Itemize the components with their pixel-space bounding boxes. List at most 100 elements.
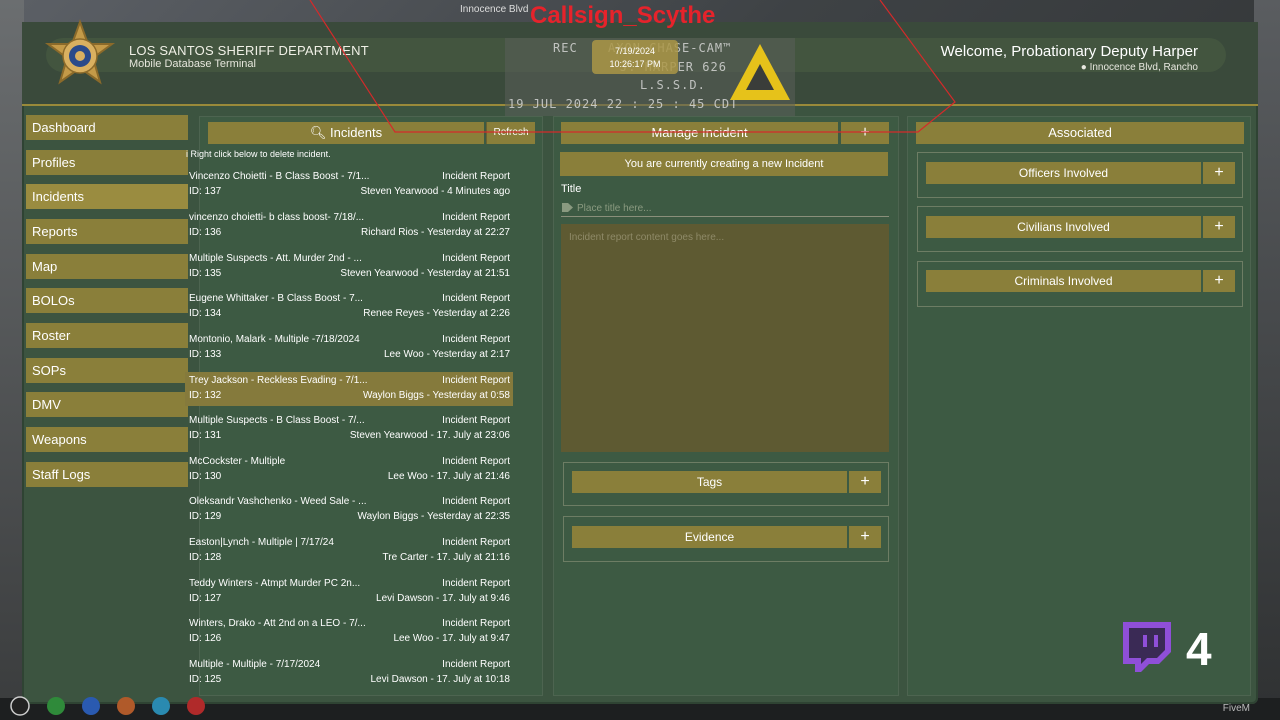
location-text: Innocence Blvd, Rancho xyxy=(1089,62,1198,73)
recording-date: 7/19/2024 xyxy=(614,46,656,56)
recording-time: 10:26:17 PM xyxy=(609,59,661,69)
civilians-header: Civilians Involved xyxy=(926,216,1201,238)
incident-title: McCockster - Multiple xyxy=(189,456,286,467)
incident-type: Incident Report xyxy=(442,415,510,426)
incident-title: Multiple Suspects - Att. Murder 2nd - ..… xyxy=(189,253,362,264)
incident-id: ID: 127 xyxy=(189,593,222,604)
add-evidence-button[interactable]: + xyxy=(849,526,881,548)
welcome-message: Welcome, Probationary Deputy Harper xyxy=(940,43,1198,60)
stream-counter: 4 xyxy=(1186,623,1212,675)
incident-title: Teddy Winters - Atmpt Murder PC 2n... xyxy=(189,578,361,589)
evidence-header: Evidence xyxy=(572,526,847,548)
incident-row[interactable]: Easton|Lynch - Multiple | 7/17/24 Incide… xyxy=(185,534,513,568)
bodycam-timestamp: 19 JUL 2024 22 : 25 : 45 CDT xyxy=(508,97,739,111)
background-left xyxy=(0,0,24,720)
sidebar-item-sops[interactable]: SOPs xyxy=(26,358,188,383)
incidents-header: 🔍︎ Incidents xyxy=(208,122,484,144)
delete-hint: i Right click below to delete incident. xyxy=(186,149,331,159)
incident-meta: Lee Woo - 17. July at 9:47 xyxy=(393,633,510,644)
incident-type: Incident Report xyxy=(442,578,510,589)
search-icon: 🔍︎ xyxy=(309,125,331,140)
incident-id: ID: 133 xyxy=(189,349,222,360)
incident-title: Eugene Whittaker - B Class Boost - 7... xyxy=(189,293,363,304)
incident-title: Montonio, Malark - Multiple -7/18/2024 xyxy=(189,334,360,345)
bodycam-rec: REC xyxy=(553,41,578,55)
incident-row[interactable]: Multiple Suspects - Att. Murder 2nd - ..… xyxy=(185,250,513,284)
sidebar-item-map[interactable]: Map xyxy=(26,254,188,279)
title-input[interactable] xyxy=(561,200,889,217)
sidebar-item-incidents[interactable]: Incidents xyxy=(26,184,188,209)
incident-type: Incident Report xyxy=(442,293,510,304)
incident-row[interactable]: McCockster - Multiple Incident Report ID… xyxy=(185,453,513,487)
add-tag-button[interactable]: + xyxy=(849,471,881,493)
department-subtitle: Mobile Database Terminal xyxy=(129,58,256,70)
fivem-watermark: FiveM xyxy=(1222,703,1250,714)
incident-row[interactable]: Oleksandr Vashchenko - Weed Sale - ... I… xyxy=(185,493,513,527)
incident-row-selected[interactable]: Trey Jackson - Reckless Evading - 7/1...… xyxy=(185,372,513,406)
incident-id: ID: 136 xyxy=(189,227,222,238)
incident-id: ID: 126 xyxy=(189,633,222,644)
incident-type: Incident Report xyxy=(442,537,510,548)
sidebar: Dashboard Profiles Incidents Reports Map… xyxy=(26,108,188,700)
add-civilian-button[interactable]: + xyxy=(1203,216,1235,238)
incident-meta: Steven Yearwood - Yesterday at 21:51 xyxy=(340,268,510,279)
incident-type: Incident Report xyxy=(442,618,510,629)
incident-id: ID: 128 xyxy=(189,552,222,563)
department-name: LOS SANTOS SHERIFF DEPARTMENT xyxy=(129,43,369,58)
sidebar-item-roster[interactable]: Roster xyxy=(26,323,188,348)
criminals-header: Criminals Involved xyxy=(926,270,1201,292)
incident-type: Incident Report xyxy=(442,375,510,386)
incident-row[interactable]: Vincenzo Choietti - B Class Boost - 7/1.… xyxy=(185,168,513,202)
sidebar-item-dashboard[interactable]: Dashboard xyxy=(26,115,188,140)
incident-meta: Tre Carter - 17. July at 21:16 xyxy=(382,552,510,563)
tags-header: Tags xyxy=(572,471,847,493)
incident-meta: Levi Dawson - 17. July at 9:46 xyxy=(376,593,510,604)
incident-title: Oleksandr Vashchenko - Weed Sale - ... xyxy=(189,496,367,507)
associated-panel xyxy=(907,116,1251,696)
add-criminal-button[interactable]: + xyxy=(1203,270,1235,292)
incident-title: Trey Jackson - Reckless Evading - 7/1... xyxy=(189,375,368,386)
sidebar-item-dmv[interactable]: DMV xyxy=(26,392,188,417)
incident-row[interactable]: vincenzo choietti- b class boost- 7/18/.… xyxy=(185,209,513,243)
incident-id: ID: 125 xyxy=(189,674,222,685)
sidebar-item-profiles[interactable]: Profiles xyxy=(26,150,188,175)
incident-meta: Lee Woo - Yesterday at 2:17 xyxy=(383,349,510,360)
incident-row[interactable]: Eugene Whittaker - B Class Boost - 7... … xyxy=(185,290,513,324)
incident-id: ID: 137 xyxy=(189,186,222,197)
officers-header: Officers Involved xyxy=(926,162,1201,184)
new-incident-button[interactable]: + xyxy=(841,122,889,144)
manage-incident-title: Manage Incident xyxy=(561,122,838,144)
incident-title: Winters, Drako - Att 2nd on a LEO - 7/..… xyxy=(189,618,366,629)
incident-title: vincenzo choietti- b class boost- 7/18/.… xyxy=(189,212,365,223)
sidebar-item-reports[interactable]: Reports xyxy=(26,219,188,244)
incident-meta: Richard Rios - Yesterday at 22:27 xyxy=(361,227,510,238)
incident-id: ID: 135 xyxy=(189,268,222,279)
incident-id: ID: 129 xyxy=(189,511,222,522)
incident-row[interactable]: Winters, Drako - Att 2nd on a LEO - 7/..… xyxy=(185,615,513,649)
incident-row[interactable]: Montonio, Malark - Multiple -7/18/2024 I… xyxy=(185,331,513,365)
incident-id: ID: 130 xyxy=(189,471,222,482)
location-pin-icon: ● xyxy=(1080,62,1090,73)
incident-type: Incident Report xyxy=(442,212,510,223)
sidebar-item-weapons[interactable]: Weapons xyxy=(26,427,188,452)
twitch-icon xyxy=(1123,622,1171,672)
incident-title: Vincenzo Choietti - B Class Boost - 7/1.… xyxy=(189,171,370,182)
refresh-button[interactable]: Refresh xyxy=(486,122,535,144)
incident-content-textarea[interactable] xyxy=(561,224,889,452)
incident-row[interactable]: Multiple - Multiple - 7/17/2024 Incident… xyxy=(185,656,513,690)
sidebar-item-bolos[interactable]: BOLOs xyxy=(26,288,188,313)
recording-time-badge: 7/19/2024 10:26:17 PM xyxy=(592,40,678,74)
incident-meta: Waylon Biggs - Yesterday at 0:58 xyxy=(363,390,510,401)
incident-meta: Lee Woo - 17. July at 21:46 xyxy=(387,471,510,482)
game-hud-icons xyxy=(10,696,205,716)
add-officer-button[interactable]: + xyxy=(1203,162,1235,184)
location: ● Innocence Blvd, Rancho xyxy=(1081,62,1198,73)
associated-title: Associated xyxy=(916,122,1244,144)
incident-row[interactable]: Teddy Winters - Atmpt Murder PC 2n... In… xyxy=(185,575,513,609)
title-label: Title xyxy=(561,183,582,195)
bodycam-line3: L.S.S.D. xyxy=(640,78,706,92)
creating-notice: You are currently creating a new Inciden… xyxy=(560,152,888,176)
incident-row[interactable]: Multiple Suspects - B Class Boost - 7/..… xyxy=(185,412,513,446)
sidebar-item-staff-logs[interactable]: Staff Logs xyxy=(26,462,188,487)
incident-meta: Renee Reyes - Yesterday at 2:26 xyxy=(363,308,510,319)
